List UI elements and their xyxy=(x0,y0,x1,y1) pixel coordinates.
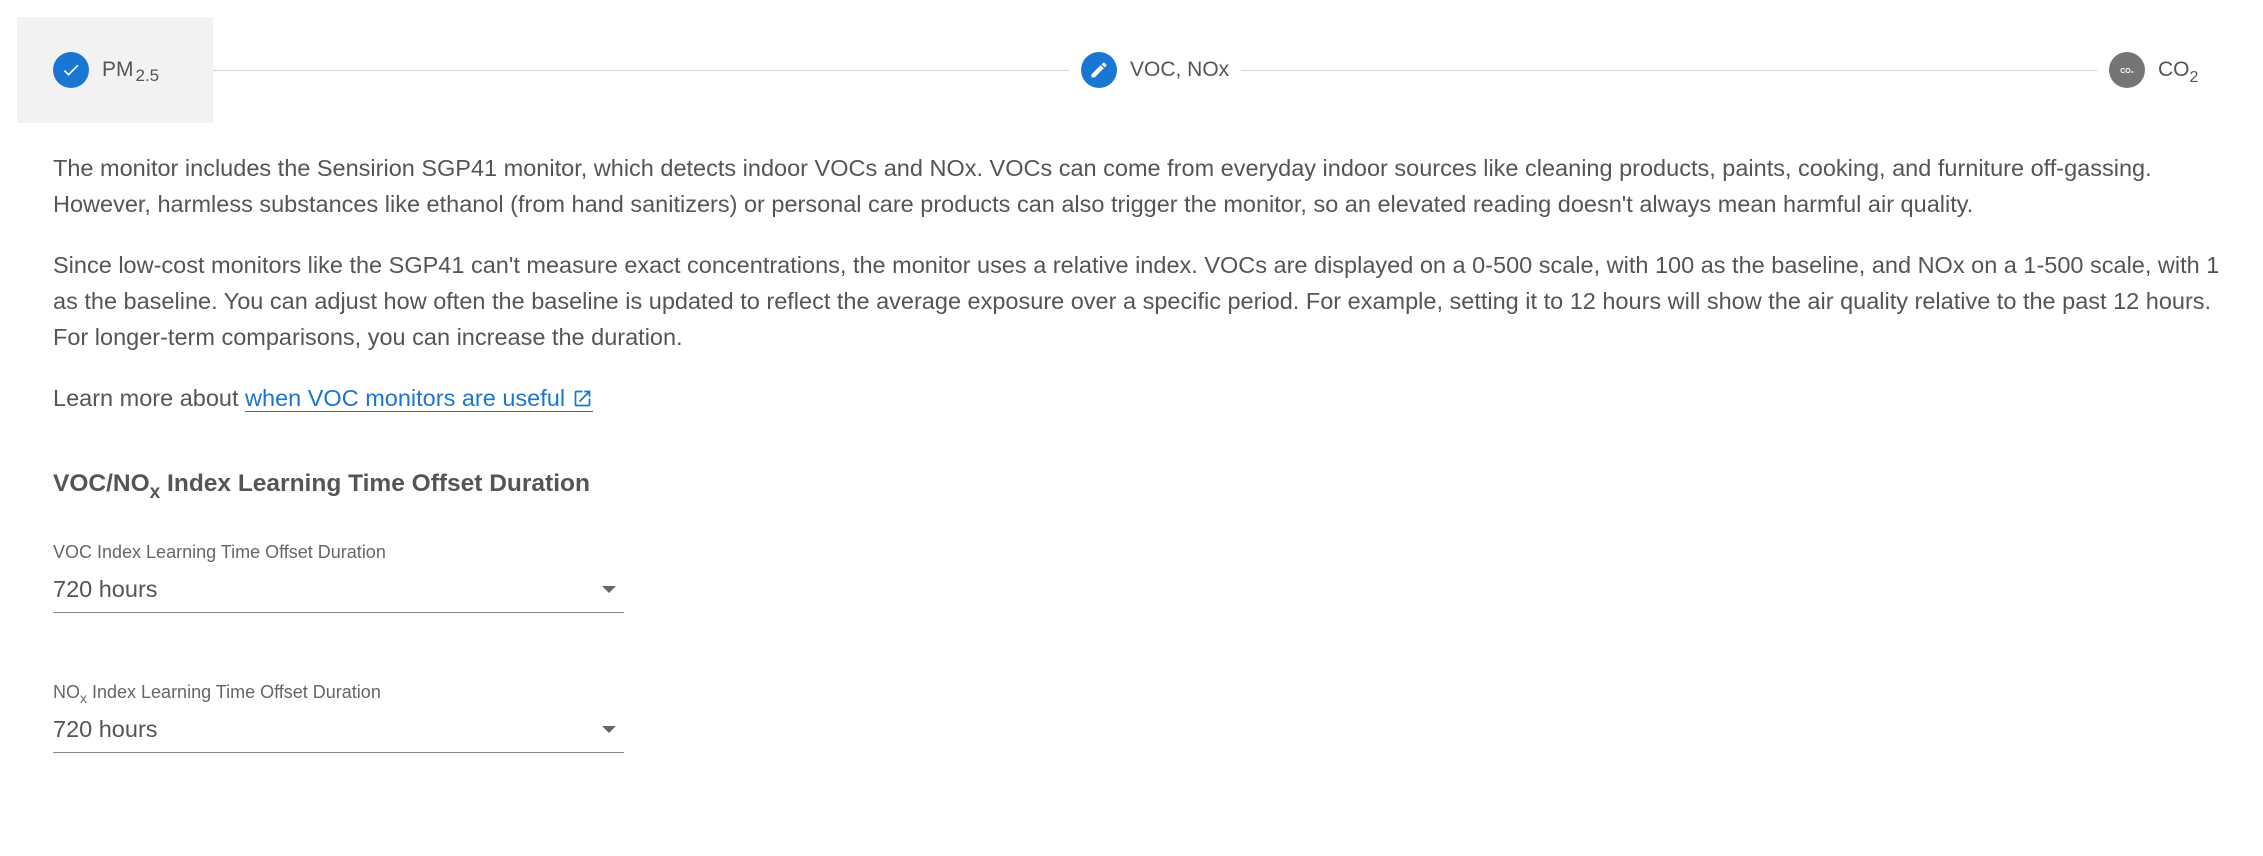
stepper: PM 2.5 VOC, NOx CO₂ CO2 xyxy=(17,17,2205,123)
learn-more: Learn more about when VOC monitors are u… xyxy=(53,380,2223,419)
dropdown-arrow-icon xyxy=(602,726,616,733)
voc-duration-value: 720 hours xyxy=(53,576,158,602)
stepper-connector xyxy=(1219,70,2097,71)
nox-duration-select[interactable]: 720 hours xyxy=(53,704,624,753)
pencil-icon xyxy=(1081,52,1117,88)
nox-duration-label: NOx Index Learning Time Offset Duration xyxy=(53,682,381,706)
intro-paragraph: The monitor includes the Sensirion SGP41… xyxy=(53,155,2152,217)
external-link-icon xyxy=(572,383,593,419)
dropdown-arrow-icon xyxy=(602,586,616,593)
voc-duration-field: VOC Index Learning Time Offset Duration … xyxy=(53,542,624,613)
stepper-connector xyxy=(213,70,1069,71)
svg-text:CO₂: CO₂ xyxy=(2120,68,2134,75)
step-voc-nox[interactable]: VOC, NOx xyxy=(1069,17,1242,123)
voc-duration-label: VOC Index Learning Time Offset Duration xyxy=(53,542,386,562)
description: The monitor includes the Sensirion SGP41… xyxy=(53,150,2223,419)
co2-icon: CO₂ xyxy=(2109,52,2145,88)
voc-duration-select[interactable]: 720 hours xyxy=(53,564,624,613)
step-label: VOC, NOx xyxy=(1130,58,1230,81)
index-paragraph: Since low-cost monitors like the SGP41 c… xyxy=(53,252,2220,350)
step-label: PM 2.5 xyxy=(102,58,160,85)
step-label: CO2 xyxy=(2158,58,2199,86)
step-pm25[interactable]: PM 2.5 xyxy=(17,17,213,123)
nox-duration-value: 720 hours xyxy=(53,716,158,742)
section-title: VOC/NOx Index Learning Time Offset Durat… xyxy=(53,470,590,503)
step-co2[interactable]: CO₂ CO2 xyxy=(2097,17,2199,123)
nox-duration-field: NOx Index Learning Time Offset Duration … xyxy=(53,682,624,753)
voc-useful-link[interactable]: when VOC monitors are useful xyxy=(245,385,594,412)
check-icon xyxy=(53,52,89,88)
